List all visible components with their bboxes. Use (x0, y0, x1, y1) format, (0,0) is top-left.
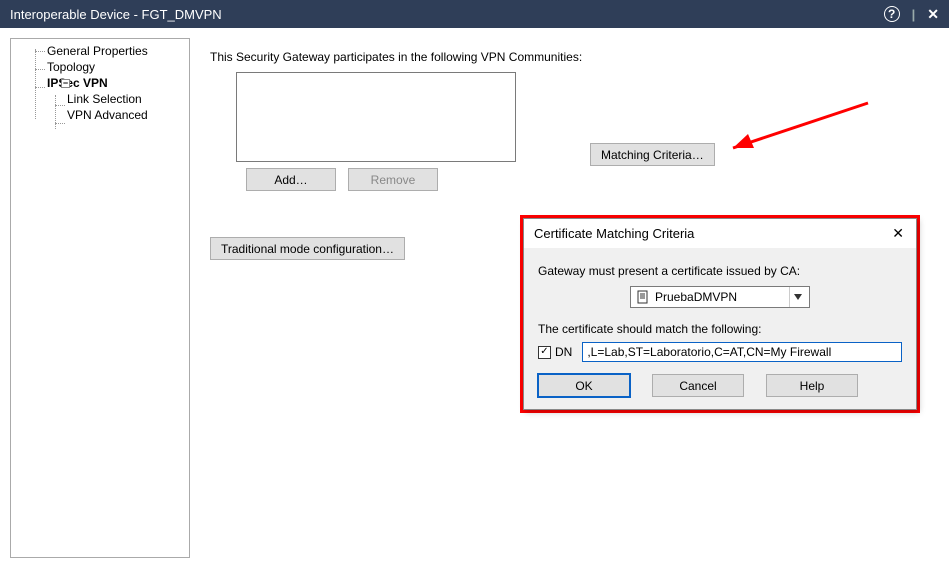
tree-item-topology[interactable]: Topology (45, 59, 187, 75)
window-title: Interoperable Device - FGT_DMVPN (10, 7, 222, 22)
tree-item-general-properties[interactable]: General Properties (45, 43, 187, 59)
tree-item-link-selection[interactable]: Link Selection (65, 91, 187, 107)
tree-item-ipsec-vpn[interactable]: − IPSec VPN (45, 75, 187, 91)
dialog-close-icon[interactable]: ✕ (888, 225, 908, 242)
annotation-arrow (708, 98, 888, 168)
remove-button: Remove (348, 168, 438, 191)
dialog-title: Certificate Matching Criteria (534, 226, 694, 241)
match-instruction-text: The certificate should match the followi… (538, 322, 902, 336)
checkbox-box: ✓ (538, 346, 551, 359)
cert-matching-dialog: Certificate Matching Criteria ✕ Gateway … (523, 218, 917, 410)
tree-item-vpn-advanced[interactable]: VPN Advanced (65, 107, 187, 123)
close-icon[interactable]: ✕ (927, 6, 939, 23)
nav-tree: General Properties Topology − IPSec VPN … (10, 38, 190, 558)
tree-item-label: VPN Advanced (67, 108, 148, 122)
vpn-communities-listbox[interactable] (236, 72, 516, 162)
traditional-mode-button[interactable]: Traditional mode configuration… (210, 237, 405, 260)
titlebar: Interoperable Device - FGT_DMVPN ? | ✕ (0, 0, 949, 28)
tree-expand-icon[interactable]: − (61, 79, 70, 88)
matching-criteria-button[interactable]: Matching Criteria… (590, 143, 715, 166)
help-button[interactable]: Help (766, 374, 858, 397)
communities-heading: This Security Gateway participates in th… (210, 50, 929, 64)
chevron-down-icon (789, 287, 805, 307)
dn-checkbox-label: DN (555, 345, 572, 359)
tree-item-label: IPSec VPN (47, 76, 108, 90)
cancel-button[interactable]: Cancel (652, 374, 744, 397)
add-button[interactable]: Add… (246, 168, 336, 191)
document-icon (637, 290, 649, 304)
ca-instruction-text: Gateway must present a certificate issue… (538, 264, 902, 278)
ca-select[interactable]: PruebaDMVPN (630, 286, 810, 308)
tree-item-label: Topology (47, 60, 95, 74)
ok-button[interactable]: OK (538, 374, 630, 397)
divider: | (912, 7, 916, 22)
tree-item-label: General Properties (47, 44, 148, 58)
ca-select-value: PruebaDMVPN (655, 290, 783, 304)
tree-item-label: Link Selection (67, 92, 142, 106)
dn-input[interactable] (582, 342, 902, 362)
dn-checkbox[interactable]: ✓ DN (538, 345, 572, 359)
help-icon[interactable]: ? (884, 6, 900, 22)
